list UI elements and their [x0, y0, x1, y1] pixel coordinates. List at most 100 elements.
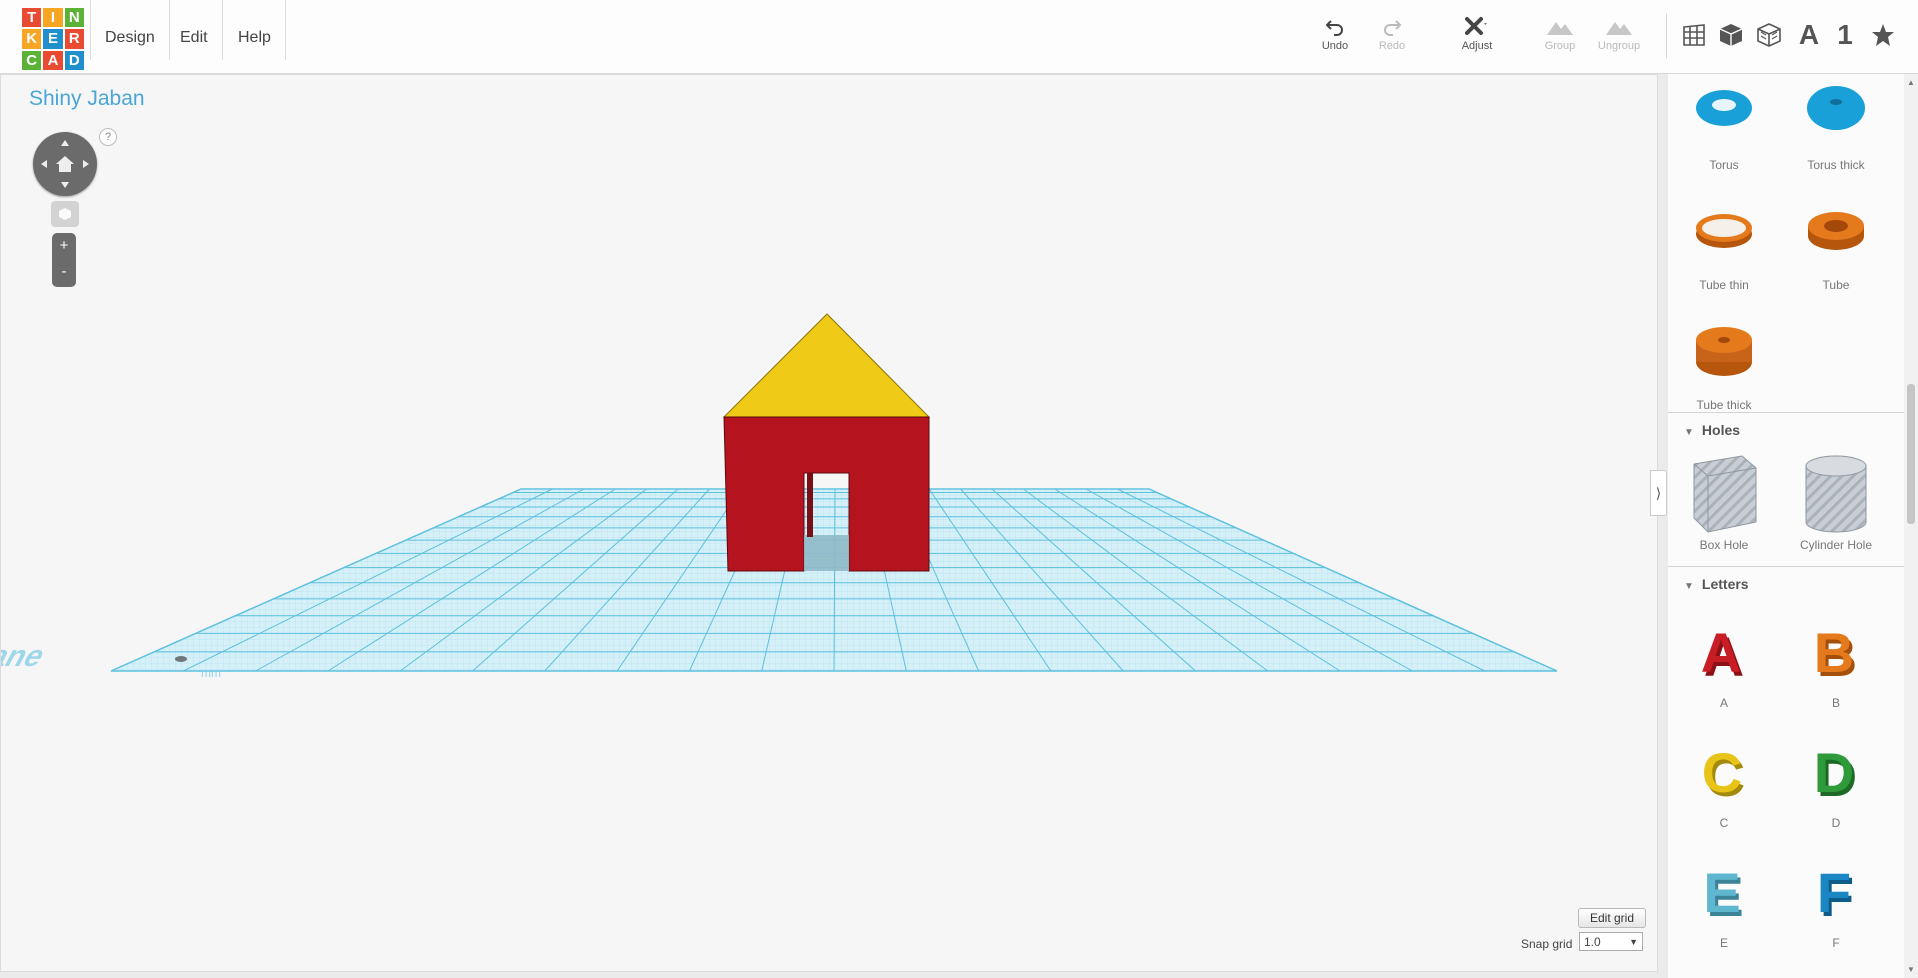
pan-down-arrow-icon[interactable]	[61, 182, 69, 188]
design-title[interactable]: Shiny Jaban	[29, 87, 145, 111]
logo-letter-tile: A	[43, 50, 63, 70]
shape-label: Tube	[1822, 278, 1850, 292]
fit-view-cube-icon[interactable]	[51, 201, 79, 227]
shape-tube[interactable]: Tube	[1780, 198, 1892, 292]
box-hole-icon	[1693, 455, 1757, 533]
group-icon	[1530, 14, 1590, 40]
group-button[interactable]: Group	[1530, 14, 1590, 52]
logo-letter-tile: N	[64, 8, 84, 28]
view-navigation-control[interactable]	[33, 132, 97, 196]
tube-thick-icon	[1696, 327, 1752, 376]
letters-section-header[interactable]: ▼ Letters	[1668, 566, 1904, 600]
torus-icon	[1696, 90, 1752, 126]
shape-label: Cylinder Hole	[1799, 538, 1873, 552]
panel-collapse-toggle[interactable]: ⟩	[1650, 470, 1667, 516]
undo-icon	[1305, 14, 1365, 40]
pan-right-arrow-icon[interactable]	[83, 160, 89, 168]
zoom-out-button[interactable]: -	[52, 259, 76, 285]
pan-left-arrow-icon[interactable]	[41, 160, 47, 168]
letter-glyph: F	[1817, 861, 1851, 924]
tinkercad-logo[interactable]: TIN KER CAD	[22, 8, 84, 70]
snap-grid-label: Snap grid	[1521, 937, 1573, 951]
panel-scrollbar[interactable]: ▲ ▼	[1904, 74, 1918, 978]
text-tool-button[interactable]: A	[1792, 18, 1826, 52]
cylinder-hole-icon	[1805, 455, 1867, 533]
menu-help[interactable]: Help	[224, 0, 286, 60]
roof-shape[interactable]	[722, 313, 931, 418]
shape-tube-thick[interactable]: Tube thick	[1668, 318, 1780, 412]
adjust-button[interactable]: Adjust	[1447, 14, 1507, 52]
scroll-down-arrow-icon[interactable]: ▼	[1907, 965, 1915, 974]
chevron-down-icon: ▼	[1629, 937, 1638, 947]
shape-label: E	[1719, 936, 1728, 950]
group-label: Group	[1544, 40, 1576, 52]
workplane-origin-marker	[175, 656, 187, 662]
collapse-triangle-icon: ▼	[1684, 581, 1694, 592]
logo-letter-tile: I	[43, 8, 63, 28]
top-toolbar: TINKERCAD Design Edit Help Undo Redo Adj…	[0, 0, 1918, 74]
toolbar-divider	[1666, 14, 1667, 58]
logo-letter-tile: R	[64, 29, 84, 49]
shape-tube-thin[interactable]: Tube thin	[1668, 198, 1780, 292]
letter-f-icon: F F	[1817, 861, 1854, 928]
zoom-control: + -	[52, 233, 76, 287]
logo-letter-tile: T	[22, 8, 42, 28]
number-tool-button[interactable]: 1	[1828, 18, 1862, 52]
shape-torus-thick[interactable]: Torus thick	[1780, 78, 1892, 172]
letter-glyph: B	[1814, 621, 1854, 684]
logo-letter-tile: K	[22, 29, 42, 49]
shape-letter-c[interactable]: C C C	[1668, 734, 1780, 830]
shape-label: Torus thick	[1807, 158, 1865, 172]
snap-grid-select[interactable]: 1.0 ▼	[1579, 932, 1643, 951]
shape-torus[interactable]: Torus	[1668, 78, 1780, 172]
design-workspace[interactable]: Workplane mm Shiny Jaban ? + - Edit grid…	[0, 74, 1658, 972]
door-inner-wall	[807, 473, 813, 537]
menu-edit[interactable]: Edit	[166, 0, 223, 60]
shapes-panel: Torus Torus thick Tube thin Tube Tube th…	[1668, 74, 1904, 978]
shape-label: D	[1831, 816, 1841, 830]
shape-box-hole[interactable]: Box Hole	[1668, 452, 1780, 552]
shape-cylinder-hole[interactable]: Cylinder Hole	[1780, 452, 1892, 552]
logo-letter-tile: D	[64, 50, 84, 70]
adjust-label: Adjust	[1461, 40, 1493, 52]
shape-label: Torus	[1709, 158, 1739, 172]
tube-icon	[1808, 212, 1864, 250]
edit-grid-button[interactable]: Edit grid	[1578, 908, 1646, 928]
zoom-in-button[interactable]: +	[52, 233, 76, 259]
scroll-up-arrow-icon[interactable]: ▲	[1907, 78, 1915, 87]
wireframe-cube-view-icon[interactable]	[1752, 18, 1786, 52]
undo-label: Undo	[1321, 40, 1349, 52]
shape-letter-b[interactable]: B B B	[1780, 614, 1892, 710]
ungroup-button[interactable]: Ungroup	[1589, 14, 1649, 52]
pan-up-arrow-icon[interactable]	[61, 140, 69, 146]
letter-b-icon: B B	[1814, 621, 1857, 688]
collapse-triangle-icon: ▼	[1684, 427, 1694, 438]
holes-section-header[interactable]: ▼ Holes	[1668, 412, 1904, 446]
workplane-grid-view-icon[interactable]	[1677, 18, 1711, 52]
shape-letter-e[interactable]: E E E	[1668, 854, 1780, 950]
shape-label: A	[1719, 696, 1728, 710]
letter-glyph: C	[1702, 741, 1742, 804]
ungroup-label: Ungroup	[1597, 40, 1641, 52]
undo-button[interactable]: Undo	[1305, 14, 1365, 52]
redo-label: Redo	[1378, 40, 1406, 52]
shape-letter-d[interactable]: D D D	[1780, 734, 1892, 830]
section-title: Letters	[1701, 576, 1749, 592]
3d-scene[interactable]: Workplane mm	[1, 75, 1658, 972]
workplane-label: Workplane	[1, 639, 52, 673]
shape-letter-a[interactable]: A A A	[1668, 614, 1780, 710]
menu-design[interactable]: Design	[90, 0, 170, 60]
section-title: Holes	[1701, 422, 1741, 438]
door-floor-shadow	[804, 535, 849, 571]
home-icon[interactable]	[56, 156, 74, 172]
help-icon[interactable]: ?	[99, 128, 117, 146]
solid-cube-view-icon[interactable]	[1714, 18, 1748, 52]
star-icon[interactable]	[1866, 18, 1900, 52]
letter-glyph: A	[1701, 621, 1741, 684]
shape-label: Tube thin	[1699, 278, 1749, 292]
redo-button[interactable]: Redo	[1362, 14, 1422, 52]
scrollbar-thumb[interactable]	[1907, 384, 1915, 524]
torus-thick-icon	[1807, 86, 1865, 130]
letter-glyph: E	[1703, 861, 1740, 924]
shape-letter-f[interactable]: F F F	[1780, 854, 1892, 950]
